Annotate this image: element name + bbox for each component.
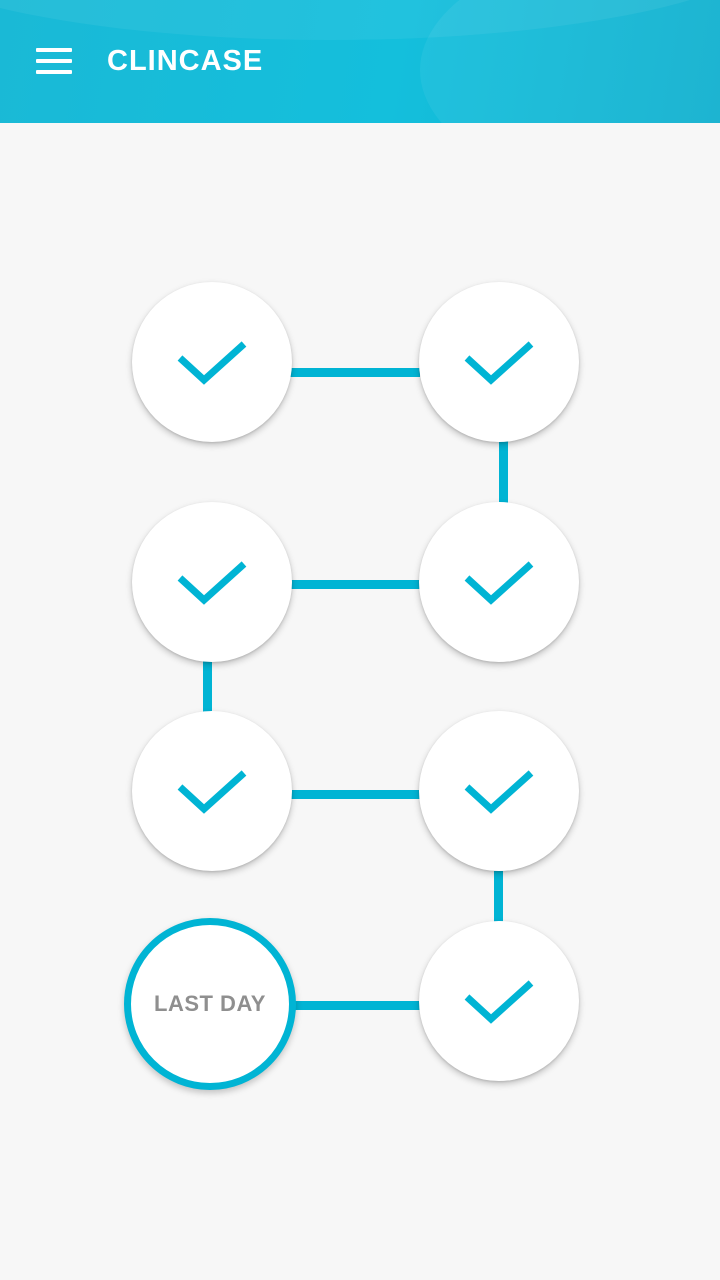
checkmark-icon bbox=[464, 980, 534, 1024]
last-day-node[interactable]: LAST DAY bbox=[124, 918, 296, 1090]
checkmark-icon bbox=[177, 561, 247, 605]
connector-line bbox=[290, 790, 420, 799]
menu-button[interactable] bbox=[30, 40, 78, 84]
app-bar: CLINCASE bbox=[0, 0, 720, 123]
checkmark-icon bbox=[464, 770, 534, 814]
connector-line bbox=[290, 368, 420, 377]
checkmark-icon bbox=[177, 770, 247, 814]
header-wave-decoration bbox=[420, 0, 720, 123]
checkmark-icon bbox=[464, 341, 534, 385]
connector-line bbox=[499, 441, 508, 503]
connector-line bbox=[290, 580, 420, 589]
day-node-completed[interactable] bbox=[419, 921, 579, 1081]
day-node-completed[interactable] bbox=[132, 282, 292, 442]
day-node-completed[interactable] bbox=[132, 502, 292, 662]
day-node-completed[interactable] bbox=[419, 282, 579, 442]
checkmark-icon bbox=[177, 341, 247, 385]
app-title: CLINCASE bbox=[107, 45, 264, 77]
connector-line bbox=[203, 661, 212, 713]
checkmark-icon bbox=[464, 561, 534, 605]
connector-line bbox=[494, 871, 503, 923]
day-progress-path: LAST DAY bbox=[0, 123, 720, 1280]
last-day-label: LAST DAY bbox=[154, 991, 266, 1016]
day-node-completed[interactable] bbox=[419, 502, 579, 662]
connector-line bbox=[290, 1001, 420, 1010]
day-node-completed[interactable] bbox=[132, 711, 292, 871]
day-node-completed[interactable] bbox=[419, 711, 579, 871]
